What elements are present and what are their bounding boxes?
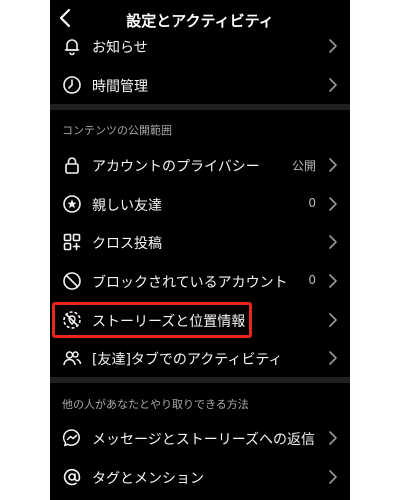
menu-item-label: クロス投稿 bbox=[92, 236, 162, 252]
menu-item-messages-and-story-replies[interactable]: メッセージとストーリーズへの返信 bbox=[50, 419, 350, 457]
menu-item-notifications[interactable]: お知らせ bbox=[50, 27, 350, 65]
at-sign-icon bbox=[62, 467, 82, 487]
chevron-right-icon bbox=[328, 197, 338, 211]
menu-item-label: メッセージとストーリーズへの返信 bbox=[92, 432, 316, 448]
chevron-right-icon bbox=[328, 78, 338, 92]
grid-plus-icon bbox=[62, 232, 82, 252]
menu-item-label: 時間管理 bbox=[92, 79, 148, 95]
section-divider bbox=[50, 377, 350, 383]
clock-icon bbox=[62, 75, 82, 95]
menu-item-tags-and-mentions[interactable]: タグとメンション bbox=[50, 458, 350, 496]
menu-item-label: アカウントのプライバシー bbox=[92, 159, 260, 175]
menu-item-friends-tab-activity[interactable]: [友達]タブでのアクティビティ bbox=[50, 339, 350, 377]
block-icon bbox=[62, 271, 82, 291]
menu-item-blocked-accounts[interactable]: ブロックされているアカウント 0 bbox=[50, 262, 350, 300]
bell-icon bbox=[62, 36, 82, 56]
section-title-content-visibility: コンテンツの公開範囲 bbox=[62, 124, 172, 137]
people-icon bbox=[62, 348, 82, 368]
menu-item-cross-posting[interactable]: クロス投稿 bbox=[50, 223, 350, 261]
section-divider bbox=[50, 104, 350, 110]
messenger-icon bbox=[62, 428, 82, 448]
privacy-status-value: 公開 bbox=[291, 159, 316, 173]
chevron-right-icon bbox=[328, 158, 338, 172]
menu-item-label: [友達]タブでのアクティビティ bbox=[92, 352, 283, 368]
close-friends-count: 0 bbox=[308, 196, 316, 210]
menu-item-close-friends[interactable]: 親しい友達 0 bbox=[50, 185, 350, 223]
blocked-accounts-count: 0 bbox=[308, 273, 316, 287]
menu-item-label: 親しい友達 bbox=[92, 198, 162, 214]
section-title-interactions: 他の人があなたとやり取りできる方法 bbox=[62, 398, 249, 411]
chevron-right-icon bbox=[328, 470, 338, 484]
chevron-right-icon bbox=[328, 274, 338, 288]
highlight-box bbox=[52, 302, 252, 338]
chevron-right-icon bbox=[328, 313, 338, 327]
menu-item-time-management[interactable]: 時間管理 bbox=[50, 66, 350, 104]
chevron-right-icon bbox=[328, 235, 338, 249]
menu-item-label: お知らせ bbox=[92, 40, 148, 56]
menu-item-label: タグとメンション bbox=[92, 471, 204, 487]
chevron-right-icon bbox=[328, 351, 338, 365]
lock-icon bbox=[62, 155, 82, 175]
chevron-right-icon bbox=[328, 39, 338, 53]
settings-screen: 設定とアクティビティ お知らせ 時間管理 コンテンツの公開範囲 アカウントのプラ… bbox=[50, 0, 350, 500]
menu-item-label: ブロックされているアカウント bbox=[92, 275, 288, 291]
menu-item-account-privacy[interactable]: アカウントのプライバシー 公開 bbox=[50, 146, 350, 184]
star-circle-icon bbox=[62, 194, 82, 214]
chevron-right-icon bbox=[328, 431, 338, 445]
